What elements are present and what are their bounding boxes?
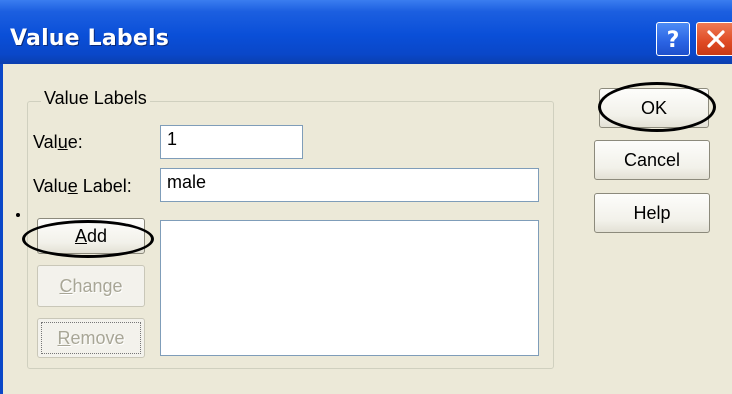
value-labels-list[interactable] xyxy=(160,220,539,356)
svg-text:?: ? xyxy=(667,28,680,51)
window-title: Value Labels xyxy=(10,26,170,51)
remove-button-label: Remove xyxy=(57,327,125,348)
title-bar[interactable]: Value Labels ? xyxy=(0,0,732,64)
help-button[interactable]: Help xyxy=(594,193,710,233)
add-button-label: Add xyxy=(74,225,108,246)
value-labels-dialog: Value Labels ? Value Labels Value: 1 Val… xyxy=(0,0,732,394)
groupbox-caption: Value Labels xyxy=(41,88,150,109)
focus-dot xyxy=(16,213,20,217)
cancel-button-label: Cancel xyxy=(623,149,681,170)
value-label-label: Value Label: xyxy=(33,176,132,196)
title-close-button[interactable] xyxy=(696,22,732,56)
value-label: Value: xyxy=(33,132,83,152)
close-icon xyxy=(707,30,725,48)
ok-button-label: OK xyxy=(640,97,667,118)
value-input[interactable]: 1 xyxy=(160,125,303,159)
value-label-input[interactable]: male xyxy=(160,168,539,202)
cancel-button[interactable]: Cancel xyxy=(594,140,710,180)
change-button-label: Change xyxy=(59,275,123,296)
ok-button[interactable]: OK xyxy=(599,88,709,128)
question-mark-icon: ? xyxy=(667,28,680,51)
title-help-button[interactable]: ? xyxy=(656,22,690,56)
change-button[interactable]: Change xyxy=(37,265,145,307)
window-left-border xyxy=(0,64,3,394)
add-button[interactable]: Add xyxy=(37,218,145,254)
remove-button[interactable]: Remove xyxy=(37,318,145,358)
help-button-label: Help xyxy=(633,202,671,223)
